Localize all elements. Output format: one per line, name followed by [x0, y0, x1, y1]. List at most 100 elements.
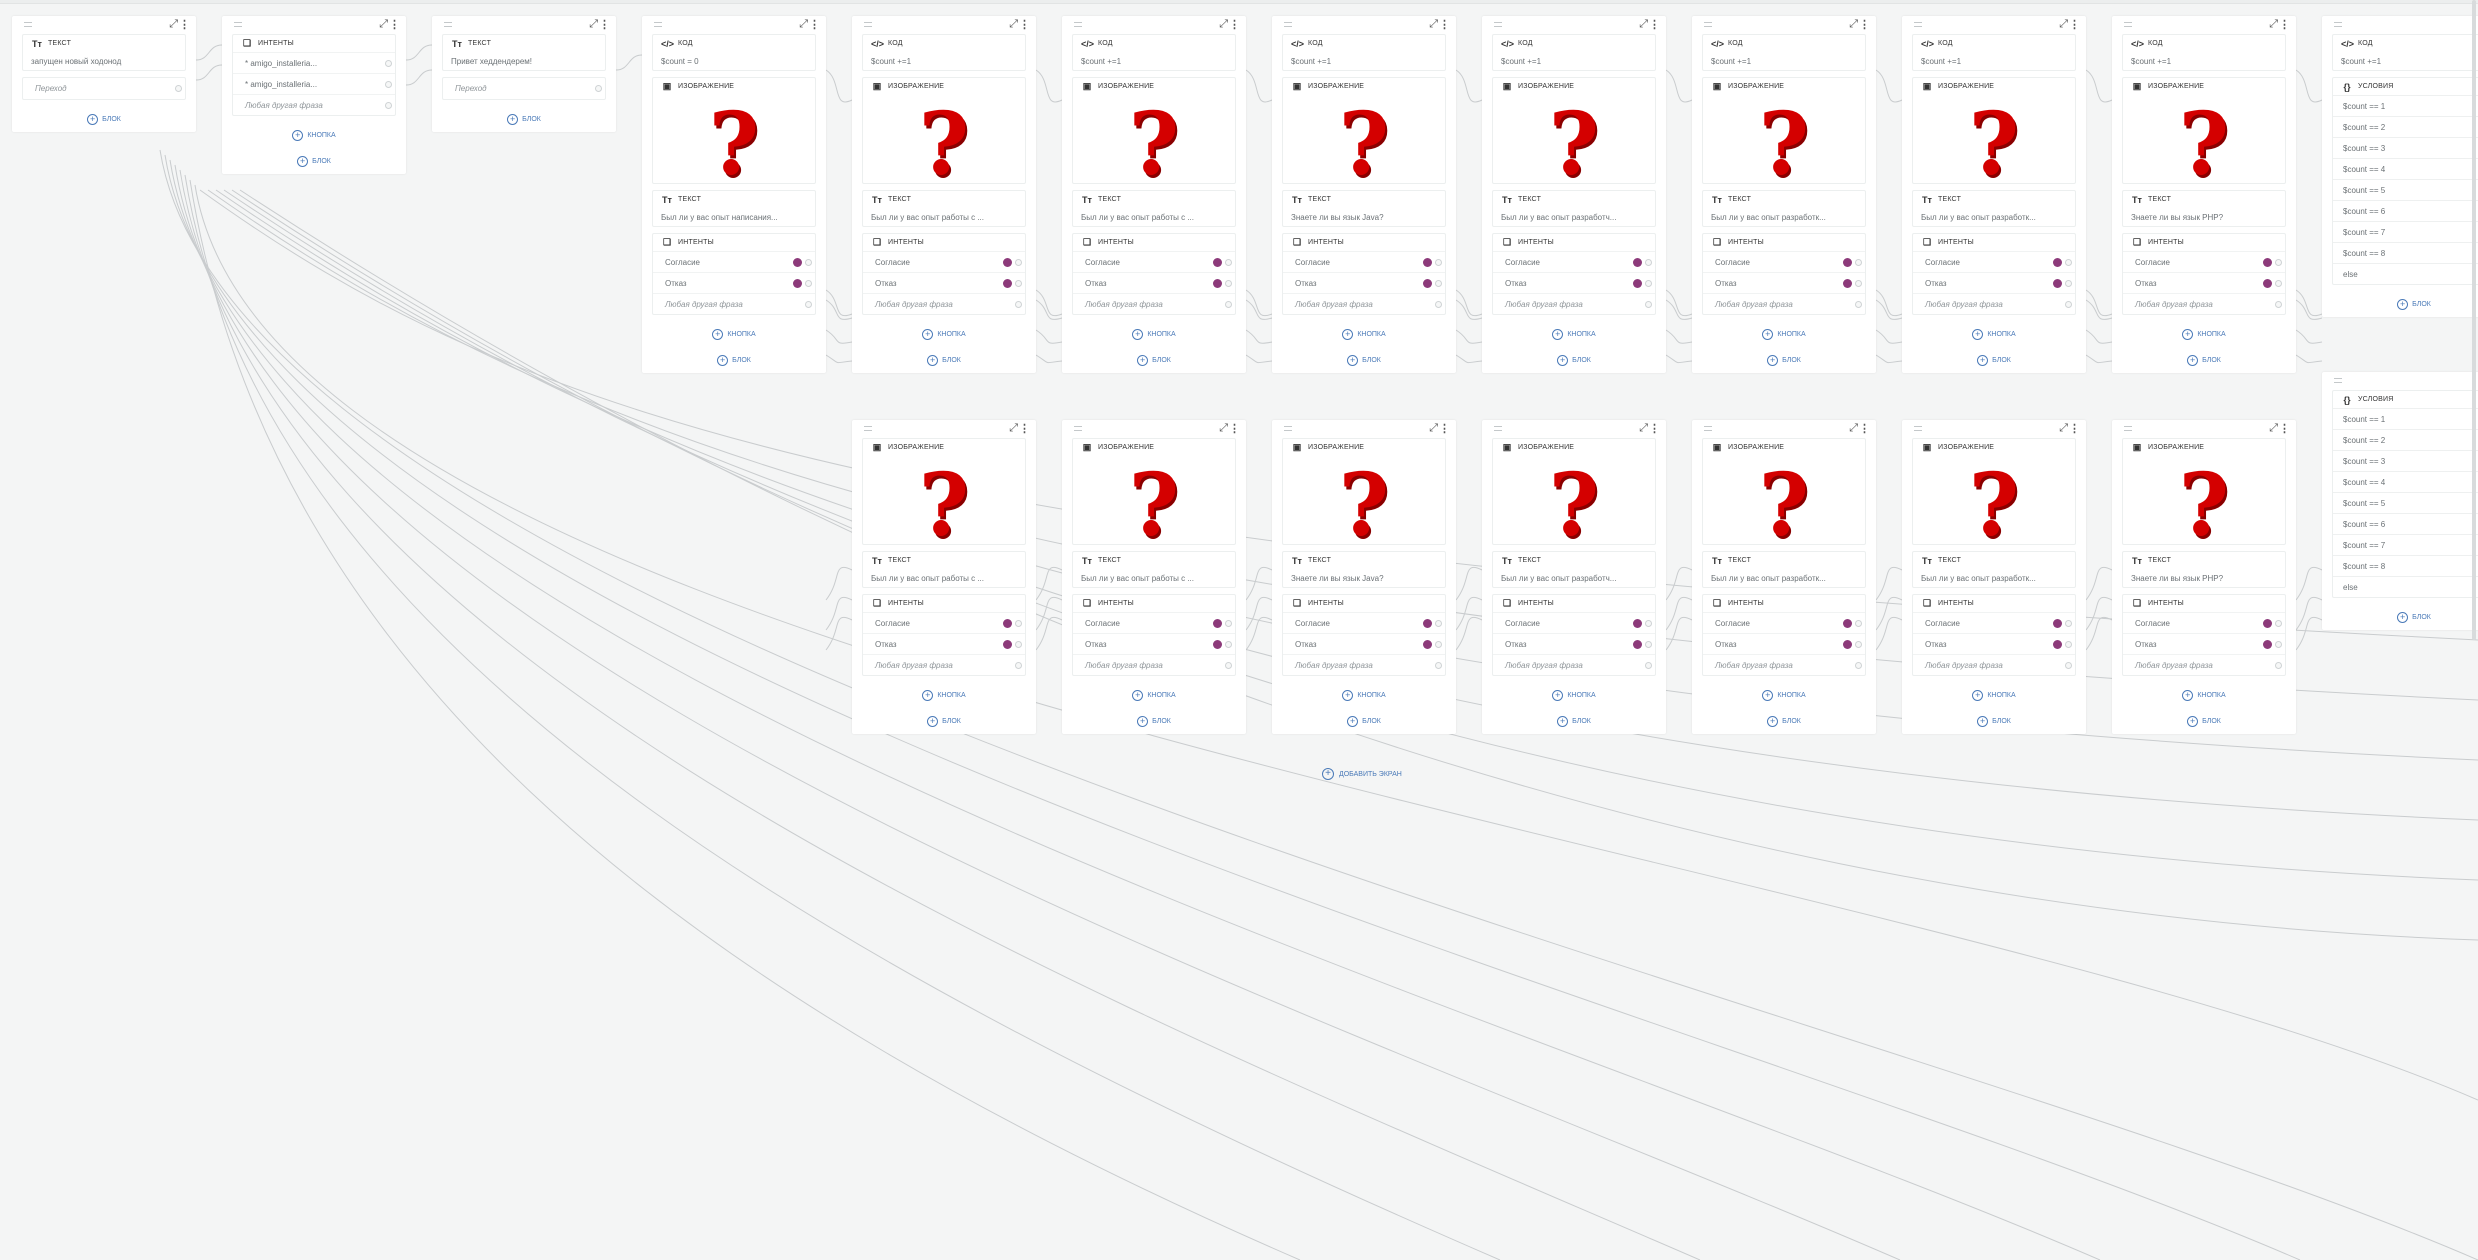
- intent-refuse[interactable]: Отказ: [1703, 272, 1865, 293]
- add-block-button[interactable]: + БЛОК: [852, 708, 1036, 734]
- drag-handle-icon[interactable]: [654, 22, 662, 27]
- intents-block[interactable]: ❏ ИНТЕНТЫ Согласие Отказ Любая другая фраза: [2122, 233, 2286, 315]
- connector-dot[interactable]: [2065, 280, 2072, 287]
- expand-icon[interactable]: ⤢: [589, 18, 598, 31]
- screen-question-bottom[interactable]: ⤢ ⋮ ▣ ИЗОБРАЖЕНИЕ? Tт ТЕКСТ Был ли у вас опыт …: [852, 420, 1036, 734]
- intents-block[interactable]: ❏ ИНТЕНТЫ Согласие Отказ Любая другая фраза: [1282, 233, 1446, 315]
- more-icon[interactable]: ⋮: [389, 18, 400, 31]
- intents-block[interactable]: ❏ ИНТЕНТЫ Согласие Отказ Любая другая фраза: [1912, 594, 2076, 676]
- connector-dot[interactable]: [175, 85, 182, 92]
- intent-agree[interactable]: Согласие: [653, 251, 815, 272]
- more-icon[interactable]: ⋮: [179, 18, 190, 31]
- add-button-button[interactable]: + КНОПКА: [1692, 682, 1876, 708]
- condition-row[interactable]: $count == 3: [2333, 450, 2478, 471]
- expand-icon[interactable]: ⤢: [1849, 18, 1858, 31]
- screen-question-bottom[interactable]: ⤢ ⋮ ▣ ИЗОБРАЖЕНИЕ? Tт ТЕКСТ Знаете ли вы язык …: [2112, 420, 2296, 734]
- more-icon[interactable]: ⋮: [2069, 18, 2080, 31]
- connector-dot[interactable]: [1855, 641, 1862, 648]
- image-block[interactable]: ▣ ИЗОБРАЖЕНИЕ?: [1282, 77, 1446, 188]
- intent-refuse[interactable]: Отказ: [1283, 633, 1445, 654]
- more-icon[interactable]: ⋮: [599, 18, 610, 31]
- screen-conditions[interactable]: ⤢⋮</>КОД$count +=1{}УСЛОВИЯ$count == 1$c…: [2322, 16, 2478, 317]
- connector-dot[interactable]: [1645, 259, 1652, 266]
- drag-handle-icon[interactable]: [1494, 426, 1502, 431]
- intents-block[interactable]: ❏ ИНТЕНТЫ Согласие Отказ Любая другая фраза: [1912, 233, 2076, 315]
- condition-row[interactable]: $count == 6: [2333, 200, 2478, 221]
- add-button-button[interactable]: + КНОПКА: [1062, 321, 1246, 347]
- flow-canvas[interactable]: ⤢ ⋮ Tт ТЕКСТ запущен новый ходонод Переход + БЛ…: [0, 0, 2478, 1260]
- transition-block[interactable]: Переход: [442, 77, 606, 100]
- drag-handle-icon[interactable]: [1914, 426, 1922, 431]
- image-block[interactable]: ▣ ИЗОБРАЖЕНИЕ?: [1072, 438, 1236, 549]
- code-block[interactable]: </> КОД $count +=1: [1282, 34, 1446, 71]
- add-block-button[interactable]: + БЛОК: [1902, 347, 2086, 373]
- connector-dot[interactable]: [1855, 280, 1862, 287]
- code-block[interactable]: </> КОД $count = 0: [652, 34, 816, 71]
- intent-item[interactable]: * amigo_installeria...: [233, 52, 395, 73]
- screen-start[interactable]: ⤢ ⋮ Tт ТЕКСТ запущен новый ходонод Переход + БЛ…: [12, 16, 196, 132]
- drag-handle-icon[interactable]: [1704, 426, 1712, 431]
- screen-conditions[interactable]: ⤢⋮{}УСЛОВИЯ$count == 1$count == 2$count …: [2322, 372, 2478, 630]
- intent-any-phrase[interactable]: Любая другая фраза: [653, 293, 815, 314]
- intent-refuse[interactable]: Отказ: [1913, 633, 2075, 654]
- connector-dot[interactable]: [1435, 620, 1442, 627]
- add-button-button[interactable]: + КНОПКА: [852, 321, 1036, 347]
- code-block[interactable]: </> КОД $count +=1: [1702, 34, 1866, 71]
- intent-any-phrase[interactable]: Любая другая фраза: [1073, 293, 1235, 314]
- connector-dot[interactable]: [805, 259, 812, 266]
- intent-any-phrase[interactable]: Любая другая фраза: [1703, 293, 1865, 314]
- connector-dot[interactable]: [1435, 301, 1442, 308]
- expand-icon[interactable]: ⤢: [799, 18, 808, 31]
- intent-any-phrase[interactable]: Любая другая фраза: [1283, 293, 1445, 314]
- condition-row[interactable]: $count == 4: [2333, 158, 2478, 179]
- expand-icon[interactable]: ⤢: [1219, 422, 1228, 435]
- text-block[interactable]: Tт ТЕКСТ Был ли у вас опыт работы с ...: [1072, 551, 1236, 588]
- add-block-button[interactable]: + БЛОК: [2322, 604, 2478, 630]
- add-block-button[interactable]: + БЛОК: [1062, 347, 1246, 373]
- expand-icon[interactable]: ⤢: [2269, 422, 2278, 435]
- text-block[interactable]: Tт ТЕКСТ Был ли у вас опыт работы с ...: [862, 190, 1026, 227]
- connector-dot[interactable]: [2275, 662, 2282, 669]
- more-icon[interactable]: ⋮: [1859, 18, 1870, 31]
- intent-agree[interactable]: Согласие: [1913, 251, 2075, 272]
- conditions-block[interactable]: {} УСЛОВИЯ $count == 1 $count == 2 $count ==…: [2332, 390, 2478, 598]
- connector-dot[interactable]: [2275, 259, 2282, 266]
- connector-dot[interactable]: [1645, 301, 1652, 308]
- drag-handle-icon[interactable]: [1704, 22, 1712, 27]
- intent-any-phrase[interactable]: Любая другая фраза: [1913, 654, 2075, 675]
- screen-question-top[interactable]: ⤢ ⋮ </> КОД $count +=1 ▣ ИЗОБРАЖЕНИЕ? Tт ТЕКСТ Бы…: [1692, 16, 1876, 373]
- intent-agree[interactable]: Согласие: [1283, 251, 1445, 272]
- condition-row[interactable]: else: [2333, 576, 2478, 597]
- add-button-button[interactable]: + КНОПКА: [1482, 682, 1666, 708]
- intent-agree[interactable]: Согласие: [1703, 251, 1865, 272]
- condition-row[interactable]: $count == 4: [2333, 471, 2478, 492]
- screen-router[interactable]: ⤢ ⋮ ❏ ИНТЕНТЫ * amigo_installeria... * amigo_…: [222, 16, 406, 174]
- text-block[interactable]: Tт ТЕКСТ Был ли у вас опыт разработк...: [1912, 190, 2076, 227]
- intent-any-phrase[interactable]: Любая другая фраза: [1493, 293, 1655, 314]
- add-block-button[interactable]: + БЛОК: [2112, 708, 2296, 734]
- add-block-button[interactable]: + БЛОК: [432, 106, 616, 132]
- screen-greeting[interactable]: ⤢ ⋮ Tт ТЕКСТ Привет хеддендерем! Переход + БЛОК: [432, 16, 616, 132]
- intents-block[interactable]: ❏ ИНТЕНТЫ Согласие Отказ Любая другая фраза: [2122, 594, 2286, 676]
- add-screen-button[interactable]: + ДОБАВИТЬ ЭКРАН: [1322, 768, 1402, 780]
- screen-question-bottom[interactable]: ⤢ ⋮ ▣ ИЗОБРАЖЕНИЕ? Tт ТЕКСТ Был ли у вас опыт …: [1062, 420, 1246, 734]
- condition-row[interactable]: $count == 7: [2333, 534, 2478, 555]
- drag-handle-icon[interactable]: [864, 426, 872, 431]
- conditions-block[interactable]: {} УСЛОВИЯ $count == 1 $count == 2 $count ==…: [2332, 77, 2478, 285]
- screen-question-bottom[interactable]: ⤢ ⋮ ▣ ИЗОБРАЖЕНИЕ? Tт ТЕКСТ Знаете ли вы язык …: [1272, 420, 1456, 734]
- intents-block[interactable]: ❏ ИНТЕНТЫ * amigo_installeria... * amigo_in…: [232, 34, 396, 116]
- more-icon[interactable]: ⋮: [1019, 18, 1030, 31]
- intent-refuse[interactable]: Отказ: [1283, 272, 1445, 293]
- intent-agree[interactable]: Согласие: [863, 251, 1025, 272]
- expand-icon[interactable]: ⤢: [169, 18, 178, 31]
- drag-handle-icon[interactable]: [1914, 22, 1922, 27]
- intent-any-phrase[interactable]: Любая другая фраза: [1283, 654, 1445, 675]
- connector-dot[interactable]: [1015, 620, 1022, 627]
- intents-block[interactable]: ❏ ИНТЕНТЫ Согласие Отказ Любая другая фраза: [1702, 594, 1866, 676]
- screen-question-top[interactable]: ⤢ ⋮ </> КОД $count +=1 ▣ ИЗОБРАЖЕНИЕ? Tт ТЕКСТ Бы…: [1062, 16, 1246, 373]
- more-icon[interactable]: ⋮: [1019, 422, 1030, 435]
- intents-block[interactable]: ❏ ИНТЕНТЫ Согласие Отказ Любая другая фраза: [1702, 233, 1866, 315]
- intent-refuse[interactable]: Отказ: [1493, 272, 1655, 293]
- connector-dot[interactable]: [2275, 641, 2282, 648]
- expand-icon[interactable]: ⤢: [1009, 422, 1018, 435]
